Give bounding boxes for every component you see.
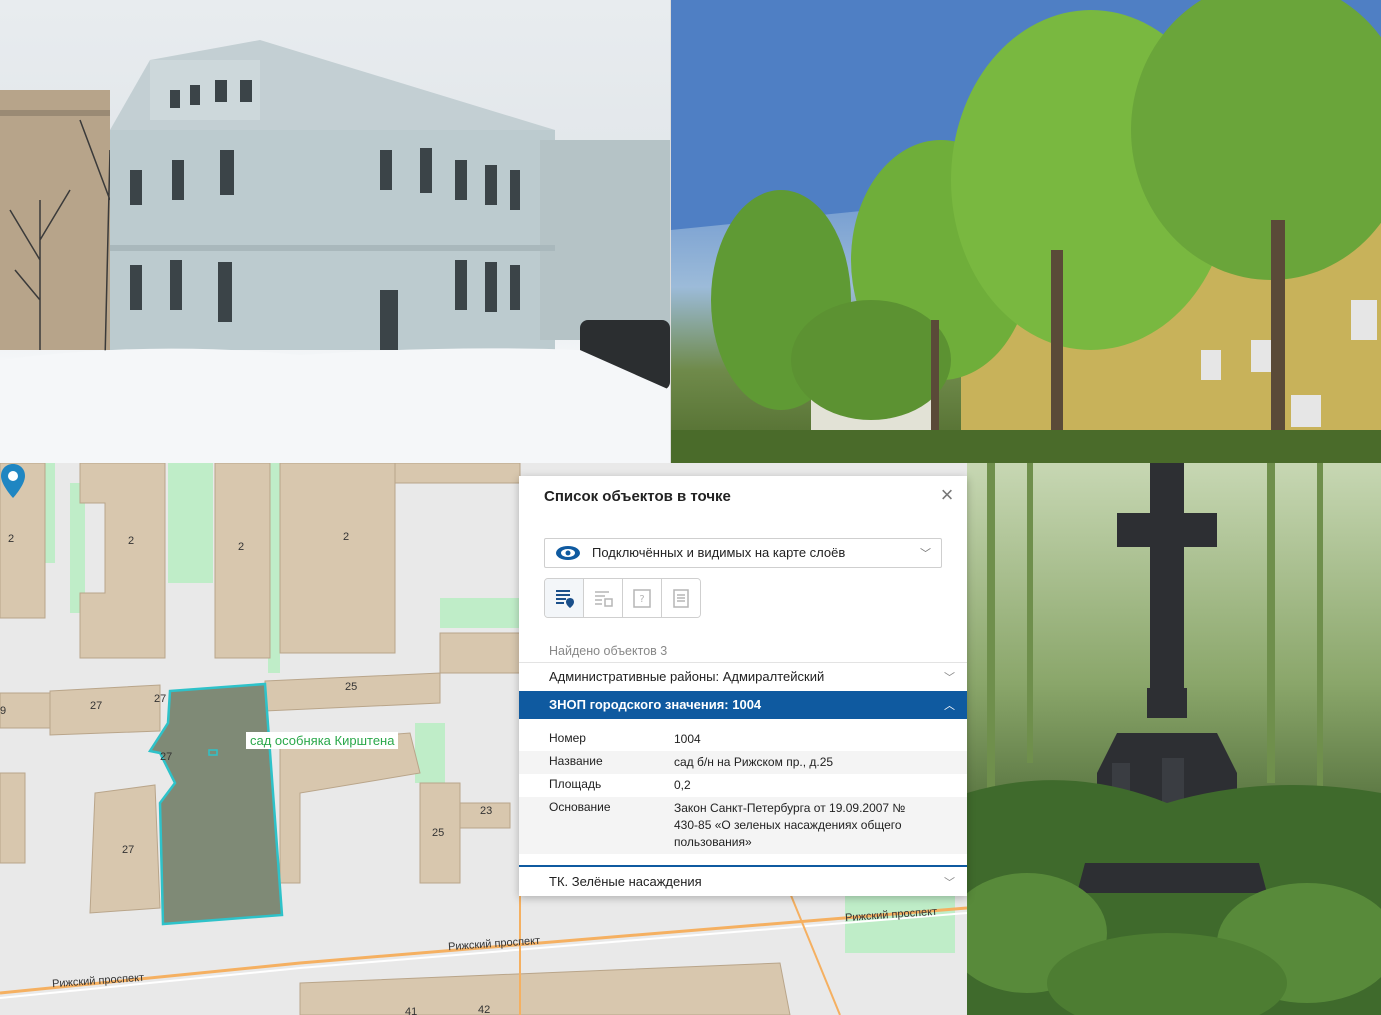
list-grid-button[interactable] — [584, 579, 623, 617]
list-pin-icon — [556, 590, 574, 608]
house-number: 25 — [432, 827, 445, 839]
house-number: 2 — [8, 533, 15, 545]
house-number: 23 — [480, 805, 493, 817]
found-count: Найдено объектов 3 — [549, 644, 668, 658]
list-grid-icon — [595, 591, 613, 607]
garden-label: сад особняка Кирштена — [246, 732, 399, 749]
accordion-green-zones[interactable]: ТК. Зелёные насаждения ﹀ — [519, 868, 967, 896]
layer-select[interactable]: Подключённых и видимых на карте слоёв ﹀ — [544, 538, 942, 568]
objects-at-point-panel: Список объектов в точке × Подключённых и… — [519, 476, 967, 896]
accordion-admin-districts[interactable]: Административные районы: Адмиралтейский … — [519, 662, 967, 691]
detail-row: Номер 1004 — [519, 728, 967, 751]
house-number: 25 — [345, 681, 358, 693]
photo-garden-trees — [671, 0, 1381, 463]
accordion-znop[interactable]: ЗНОП городского значения: 1004 ︿ — [519, 691, 967, 719]
document-button[interactable] — [662, 579, 700, 617]
layers-eye-icon — [556, 546, 580, 560]
panel-title: Список объектов в точке — [544, 488, 731, 505]
detail-value: 1004 — [674, 732, 701, 746]
house-number: 27 — [122, 844, 135, 856]
layer-select-value: Подключённых и видимых на карте слоёв — [592, 545, 846, 560]
chevron-down-icon: ﹀ — [944, 877, 955, 889]
detail-value: Закон Санкт-Петербурга от 19.09.2007 № 4… — [674, 801, 906, 849]
accordion-label: ТК. Зелёные насаждения — [549, 874, 702, 889]
chevron-up-icon: ︿ — [944, 700, 955, 712]
detail-key: Площадь — [549, 777, 602, 791]
house-number: 2 — [128, 535, 135, 547]
map-marker-icon[interactable] — [0, 463, 26, 499]
house-number: 42 — [478, 1004, 491, 1015]
detail-key: Номер — [549, 731, 586, 745]
detail-row: Название сад б/н на Рижском пр., д.25 — [519, 751, 967, 774]
section-divider — [519, 865, 967, 867]
view-toolbar: ? — [544, 578, 701, 618]
accordion-label: Административные районы: Адмиралтейский — [549, 669, 825, 684]
list-pin-button[interactable] — [545, 579, 584, 617]
house-number: 27 — [154, 693, 167, 705]
house-number: 27 — [160, 751, 173, 763]
chevron-down-icon: ﹀ — [920, 548, 931, 560]
detail-key: Основание — [549, 800, 611, 814]
detail-key: Название — [549, 754, 603, 768]
detail-row: Площадь 0,2 — [519, 774, 967, 797]
svg-text:?: ? — [639, 594, 644, 605]
question-doc-icon: ? — [633, 589, 651, 608]
house-number: 2 — [238, 541, 245, 553]
question-doc-button[interactable]: ? — [623, 579, 662, 617]
house-number: 41 — [405, 1006, 418, 1015]
photo-cemetery-cross — [967, 463, 1381, 1015]
object-details: Номер 1004 Название сад б/н на Рижском п… — [519, 728, 967, 854]
detail-value: сад б/н на Рижском пр., д.25 — [674, 755, 834, 769]
photo-mansion-winter — [0, 0, 670, 463]
chevron-down-icon: ﹀ — [944, 672, 955, 684]
detail-row: Основание Закон Санкт-Петербурга от 19.0… — [519, 797, 967, 854]
house-number: 27 — [90, 700, 103, 712]
house-number: 9 — [0, 705, 7, 717]
document-icon — [673, 589, 689, 608]
close-icon[interactable]: × — [937, 484, 957, 506]
detail-value: 0,2 — [674, 778, 691, 792]
accordion-label: ЗНОП городского значения: 1004 — [549, 697, 762, 712]
house-number: 2 — [343, 531, 350, 543]
